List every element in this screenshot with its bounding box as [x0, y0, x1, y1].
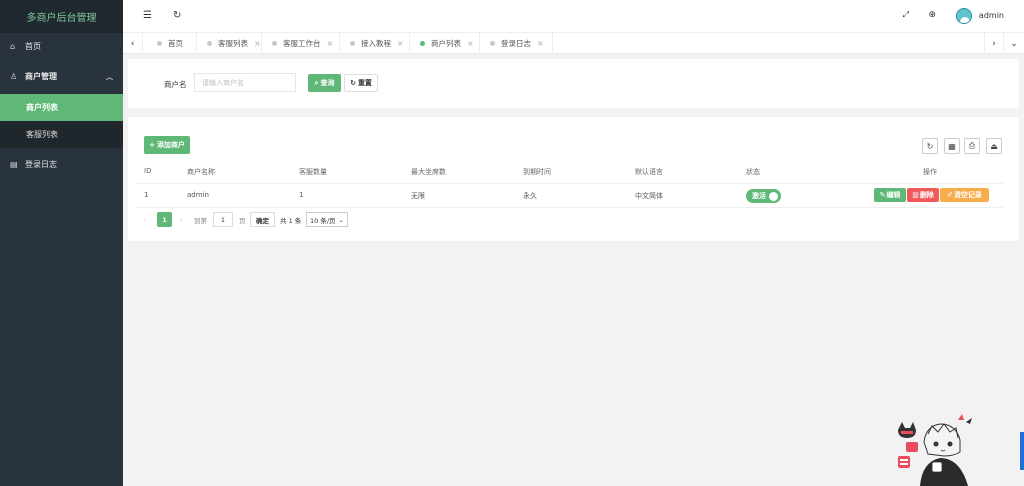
calendar-icon: ▤: [10, 160, 18, 169]
sidebar-item-service-list[interactable]: 客服列表: [0, 121, 123, 148]
tab-integration-guide[interactable]: 接入教程 ×: [340, 33, 410, 54]
goto-prefix-label: 到第: [194, 216, 207, 225]
goto-confirm-button[interactable]: 确定: [250, 212, 275, 227]
tab-label: 客服列表: [218, 39, 248, 48]
tab-home[interactable]: 首页: [147, 33, 197, 54]
sidebar-item-label: 商户管理: [25, 72, 57, 81]
column-header-max-seats: 最大坐席数: [411, 168, 446, 176]
tab-status-dot: [490, 41, 495, 46]
fullscreen-icon[interactable]: ⤢: [903, 10, 909, 20]
refresh-icon: ↻: [350, 79, 356, 87]
tab-merchant-list[interactable]: 商户列表 ×: [410, 33, 480, 54]
tab-status-dot: [272, 41, 277, 46]
trash-icon: ▥: [912, 191, 919, 199]
column-header-agents: 客服数量: [299, 168, 327, 176]
toggle-knob: [769, 192, 778, 201]
header-divider: [136, 183, 1003, 184]
table-columns-filter-icon[interactable]: ▦: [944, 138, 960, 154]
tab-label: 首页: [168, 39, 183, 48]
sidebar-item-merchant-list[interactable]: 商户列表: [0, 94, 123, 121]
close-icon[interactable]: ×: [537, 39, 544, 48]
tab-status-dot: [157, 41, 162, 46]
status-toggle[interactable]: 激活: [746, 189, 781, 203]
table-print-icon[interactable]: ⎙: [964, 138, 980, 154]
cell-agents: 1: [299, 191, 304, 199]
column-header-expiry: 到期时间: [523, 168, 551, 176]
page-1-button[interactable]: 1: [157, 212, 172, 227]
cat-head-icon: [898, 422, 916, 438]
delete-button[interactable]: ▥ 删除: [907, 188, 939, 202]
home-icon: ⌂: [10, 42, 16, 51]
tabs-scroll-left-icon[interactable]: ‹: [123, 33, 143, 54]
sidebar-item-login-log[interactable]: ▤ 登录日志: [0, 151, 123, 178]
close-icon[interactable]: ×: [397, 39, 404, 48]
tab-login-log[interactable]: 登录日志 ×: [480, 33, 553, 54]
cell-language: 中文简体: [635, 192, 663, 200]
top-header: ☰ ↻ ⤢ ⊕ admin: [123, 0, 1024, 33]
column-header-id: ID: [144, 167, 152, 175]
chevron-up-icon: ︿: [106, 72, 113, 81]
user-icon: ♙: [10, 72, 18, 81]
refresh-icon[interactable]: ↻: [173, 10, 181, 21]
close-icon[interactable]: ×: [254, 39, 261, 48]
tab-label: 商户列表: [431, 39, 461, 48]
edit-button[interactable]: ✎ 编辑: [874, 188, 906, 202]
page-size-select[interactable]: 10 条/页 ⌄: [306, 212, 348, 227]
table-refresh-icon[interactable]: ↻: [922, 138, 938, 154]
clear-records-button[interactable]: ✐ 清空记录: [940, 188, 989, 202]
goto-suffix-label: 页: [239, 216, 246, 225]
menu-toggle-icon[interactable]: ☰: [143, 10, 152, 21]
table-export-icon[interactable]: ⏏: [986, 138, 1002, 154]
sidebar-item-label: 首页: [25, 42, 41, 51]
chevron-down-icon: ⌄: [338, 215, 344, 224]
tab-service-workbench[interactable]: 客服工作台 ×: [262, 33, 340, 54]
total-count-label: 共 1 条: [280, 216, 302, 225]
tab-label: 接入教程: [361, 39, 391, 48]
column-header-language: 默认语言: [635, 168, 663, 176]
add-merchant-button[interactable]: + 添加商户: [144, 136, 190, 154]
sidebar-group-merchant[interactable]: ♙ 商户管理 ︿: [0, 63, 123, 90]
column-header-status: 状态: [746, 168, 760, 176]
prev-page-icon[interactable]: ‹: [144, 212, 147, 227]
search-icon: ⌕: [314, 78, 319, 87]
plus-icon: +: [149, 141, 155, 149]
goto-page-input[interactable]: 1: [213, 212, 233, 227]
eraser-icon: ✐: [947, 191, 953, 199]
tabs-dropdown-icon[interactable]: ⌄: [1004, 33, 1024, 54]
tab-label: 登录日志: [501, 39, 531, 48]
close-icon[interactable]: ×: [467, 39, 474, 48]
merchant-name-input[interactable]: 请输入商户名: [194, 73, 296, 92]
next-page-icon[interactable]: ›: [180, 212, 183, 227]
reset-button[interactable]: ↻ 重置: [344, 74, 378, 92]
mascot-illustration: [898, 414, 972, 486]
cell-name: admin: [187, 191, 209, 199]
close-icon[interactable]: ×: [327, 39, 334, 48]
tab-label: 客服工作台: [283, 39, 321, 48]
sidebar: 多商户后台管理 ⌂ 首页 ♙ 商户管理 ︿ 商户列表 客服列表 ▤ 登录日志: [0, 0, 123, 486]
badge-sticker-icon: [898, 442, 918, 468]
cell-expiry: 永久: [523, 192, 537, 200]
tab-status-dot: [207, 41, 212, 46]
query-button[interactable]: ⌕ 查询: [308, 74, 341, 92]
sidebar-item-label: 登录日志: [25, 160, 57, 169]
globe-icon[interactable]: ⊕: [928, 10, 936, 20]
app-logo-title: 多商户后台管理: [0, 0, 123, 33]
tabs-scroll-right-icon[interactable]: ›: [984, 33, 1004, 54]
tab-status-dot: [350, 41, 355, 46]
merchant-name-label: 商户名: [164, 80, 187, 89]
pencil-icon: ✎: [879, 191, 886, 199]
sidebar-item-home[interactable]: ⌂ 首页: [0, 33, 123, 60]
side-scroll-tab[interactable]: [1020, 432, 1024, 470]
username-label[interactable]: admin: [979, 11, 1004, 20]
cell-id: 1: [144, 191, 149, 199]
chibi-character-icon: [920, 414, 972, 486]
column-header-actions: 操作: [923, 168, 937, 176]
row-divider: [136, 207, 1003, 208]
avatar[interactable]: [956, 8, 972, 24]
tab-bar: ‹ 首页 客服列表 × 客服工作台 × 接入教程 × 商户列表 × 登录日志 ×…: [123, 33, 1024, 54]
tab-status-dot: [420, 41, 425, 46]
column-header-name: 商户名称: [187, 168, 215, 176]
cell-max-seats: 无限: [411, 192, 425, 200]
tab-service-list[interactable]: 客服列表 ×: [197, 33, 262, 54]
